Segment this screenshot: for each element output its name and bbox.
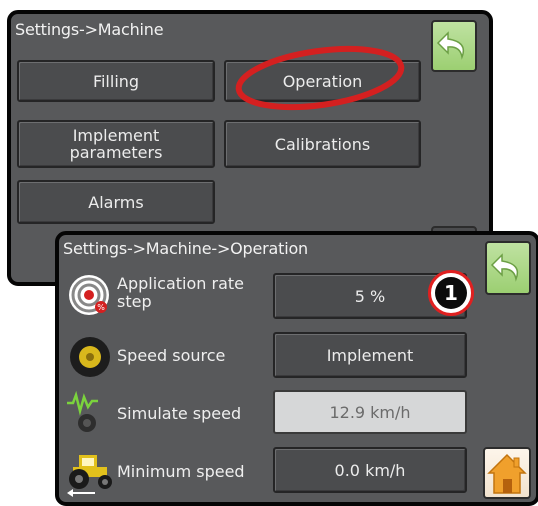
minimum-speed-value[interactable]: 0.0 km/h <box>273 447 467 493</box>
minimum-speed-tractor-icon <box>67 455 112 497</box>
operation-settings-title: Settings->Machine->Operation <box>63 239 308 258</box>
implement-parameters-label-line1: Implement <box>72 126 160 145</box>
filling-button[interactable]: Filling <box>17 60 215 102</box>
simulate-speed-wave-icon <box>67 391 98 432</box>
calibrations-button[interactable]: Calibrations <box>224 120 421 168</box>
operation-back-button[interactable] <box>485 241 531 295</box>
implement-parameters-label-line2: parameters <box>69 143 163 162</box>
minimum-speed-label: Minimum speed <box>117 462 245 481</box>
machine-settings-title: Settings->Machine <box>15 20 164 39</box>
home-button[interactable] <box>483 447 531 499</box>
speed-source-value[interactable]: Implement <box>273 332 467 378</box>
callout-number: 1 <box>435 277 467 309</box>
application-rate-target-icon: % <box>69 275 109 315</box>
back-arrow-icon <box>490 253 519 282</box>
callout-marker: 1 <box>428 270 474 316</box>
alarms-button[interactable]: Alarms <box>17 180 215 224</box>
operation-highlight-ring <box>235 45 405 111</box>
speed-source-wheel-icon <box>70 337 110 377</box>
back-button[interactable] <box>431 20 477 72</box>
home-icon <box>487 453 527 494</box>
speed-source-label: Speed source <box>117 346 226 365</box>
implement-parameters-button[interactable]: Implement parameters <box>17 120 215 168</box>
application-rate-step-label: Application rate step <box>117 274 244 311</box>
back-arrow-icon <box>436 31 465 60</box>
operation-settings-panel: Settings->Machine->Operation % Applicati… <box>55 231 538 506</box>
simulate-speed-value[interactable]: 12.9 km/h <box>273 390 467 434</box>
svg-text:%: % <box>97 303 105 312</box>
simulate-speed-label: Simulate speed <box>117 404 242 423</box>
